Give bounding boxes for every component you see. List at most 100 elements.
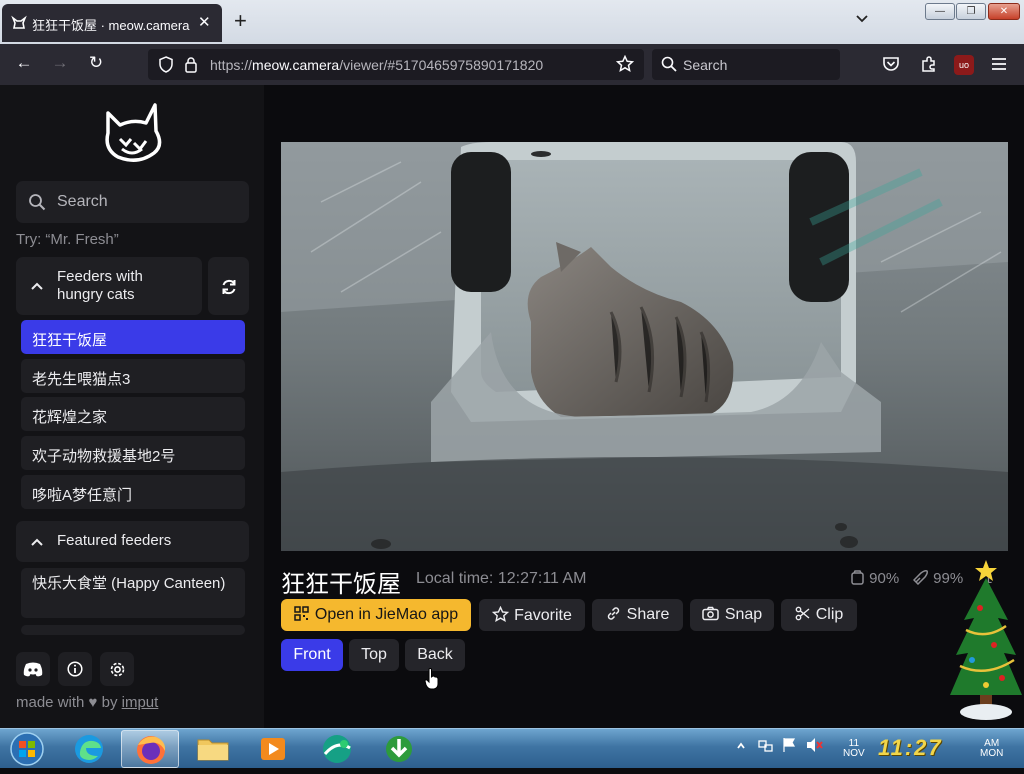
list-all-tabs-icon[interactable]: [855, 11, 869, 27]
browser-search-bar[interactable]: Search: [652, 49, 840, 80]
volume-muted-icon[interactable]: [806, 737, 824, 756]
new-tab-button[interactable]: +: [234, 8, 247, 34]
hamburger-menu-icon[interactable]: [990, 55, 1008, 78]
firefox-icon: [137, 736, 166, 764]
info-button[interactable]: [58, 652, 92, 686]
camera-title: 狂狂干饭屋: [281, 571, 401, 598]
ublock-icon[interactable]: uo: [954, 55, 974, 75]
gear-icon: [110, 662, 124, 676]
cat-favicon-icon: [10, 14, 28, 32]
edge-icon: [75, 735, 103, 763]
taskbar-app-globe[interactable]: [308, 730, 366, 768]
share-button[interactable]: Share: [592, 599, 683, 631]
window-maximize-button[interactable]: ❐: [956, 3, 986, 20]
qr-code-icon: [294, 606, 309, 621]
made-with-credit: made with ♥ by imput: [16, 694, 159, 711]
feeder-item[interactable]: 老先生喂猫点3: [21, 359, 245, 393]
camera-video-feed[interactable]: [281, 142, 1008, 551]
browser-titlebar: 狂狂干饭屋 · meow.camera ✕ + — ❐ ✕: [0, 0, 1024, 44]
chevron-up-icon: [30, 534, 44, 550]
sidebar-search-placeholder: Search: [57, 193, 108, 210]
local-time-value: 12:27:11 AM: [497, 570, 587, 587]
hand-pointer-cursor-icon: [424, 668, 440, 690]
windows-taskbar: 11 NOV 11:27 AM MON: [0, 728, 1024, 768]
feeder-item[interactable]: 快乐大食堂 (Happy Canteen): [21, 568, 245, 618]
local-time: Local time: 12:27:11 AM: [416, 570, 587, 587]
discord-button[interactable]: [16, 652, 50, 686]
feeder-item[interactable]: 哆啦A梦任意门: [21, 475, 245, 509]
shield-icon[interactable]: [158, 56, 174, 78]
clock-time[interactable]: 11:27: [878, 735, 943, 761]
refresh-icon: [220, 276, 238, 296]
search-icon: [28, 193, 46, 216]
bookmark-star-icon[interactable]: [615, 54, 635, 78]
download-manager-icon: [386, 736, 412, 762]
sidebar-search-input[interactable]: Search: [16, 181, 249, 223]
clock-date[interactable]: 11 NOV: [843, 739, 865, 759]
url-text[interactable]: https://meow.camera/viewer/#517046597589…: [210, 57, 543, 73]
pocket-icon[interactable]: [882, 56, 900, 78]
address-bar[interactable]: https://meow.camera/viewer/#517046597589…: [148, 49, 644, 80]
lock-icon[interactable]: [184, 56, 198, 78]
group-featured-toggle[interactable]: Featured feeders: [16, 521, 249, 562]
author-link[interactable]: imput: [122, 694, 159, 711]
view-back-button[interactable]: Back: [405, 639, 465, 671]
heart-icon: ♥: [88, 694, 98, 711]
food-level: 90%: [850, 570, 899, 587]
refresh-button[interactable]: [208, 257, 249, 315]
action-center-flag-icon[interactable]: [782, 737, 796, 756]
search-icon: [661, 56, 677, 77]
star-icon: [491, 605, 510, 623]
chevron-up-icon: [30, 278, 44, 294]
camera-icon: [702, 606, 719, 621]
meow-camera-logo-icon[interactable]: [98, 99, 168, 165]
browser-search-placeholder: Search: [683, 57, 728, 73]
start-button[interactable]: [2, 730, 60, 768]
feeder-item-cutoff[interactable]: [21, 625, 245, 635]
view-front-button[interactable]: Front: [281, 639, 343, 671]
taskbar-download-manager[interactable]: [370, 730, 428, 768]
group-hungry-cats-label: Feeders with hungry cats: [57, 268, 143, 303]
info-icon: [67, 661, 83, 677]
back-arrow-icon[interactable]: ←: [12, 53, 36, 73]
extensions-puzzle-icon[interactable]: [920, 55, 938, 78]
open-jiemao-app-button[interactable]: Open in JieMao app: [281, 599, 471, 631]
forward-arrow-icon[interactable]: →: [48, 53, 72, 73]
network-icon[interactable]: [758, 737, 774, 756]
group-featured-label: Featured feeders: [57, 532, 172, 549]
media-player-icon: [261, 738, 285, 760]
scissors-icon: [795, 606, 810, 621]
settings-button[interactable]: [100, 652, 134, 686]
rocket-icon: [912, 570, 928, 586]
food-bag-icon: [851, 570, 864, 585]
tab-close-icon[interactable]: ✕: [198, 13, 211, 31]
tab-title: 狂狂干饭屋 · meow.camera: [32, 18, 190, 33]
feeder-item[interactable]: 狂狂干饭屋: [21, 320, 245, 354]
link-icon: [607, 607, 619, 620]
snap-button[interactable]: Snap: [690, 599, 774, 631]
taskbar-explorer[interactable]: [184, 730, 242, 768]
view-top-button[interactable]: Top: [349, 639, 399, 671]
taskbar-media-player[interactable]: [244, 730, 302, 768]
globe-app-icon: [323, 735, 351, 763]
reload-icon[interactable]: ↻: [84, 53, 108, 73]
clip-button[interactable]: Clip: [781, 599, 857, 631]
folder-icon: [197, 739, 229, 761]
clock-day[interactable]: AM MON: [980, 739, 1003, 759]
browser-tab-active[interactable]: 狂狂干饭屋 · meow.camera ✕: [2, 4, 222, 42]
show-hidden-icons-icon[interactable]: [736, 739, 746, 754]
favorite-button[interactable]: Favorite: [479, 599, 585, 631]
group-hungry-cats-toggle[interactable]: Feeders with hungry cats: [16, 257, 202, 315]
windows-start-orb-icon: [10, 732, 44, 766]
feeder-item[interactable]: 花辉煌之家: [21, 397, 245, 431]
discord-icon: [23, 662, 43, 676]
window-close-button[interactable]: ✕: [988, 3, 1020, 20]
search-hint: Try: “Mr. Fresh”: [16, 231, 119, 248]
sidebar: Search Try: “Mr. Fresh” Feeders with hun…: [0, 85, 264, 728]
feeder-item[interactable]: 欢子动物救援基地2号: [21, 436, 245, 470]
window-minimize-button[interactable]: —: [925, 3, 955, 20]
browser-navbar: ← → ↻ https://meow.camera/viewer/#517046…: [0, 44, 1024, 85]
taskbar-firefox[interactable]: [121, 730, 179, 768]
taskbar-edge[interactable]: [60, 730, 118, 768]
viewer-main: 狂狂干饭屋 Local time: 12:27:11 AM 90% 99% 1 …: [264, 85, 1024, 728]
